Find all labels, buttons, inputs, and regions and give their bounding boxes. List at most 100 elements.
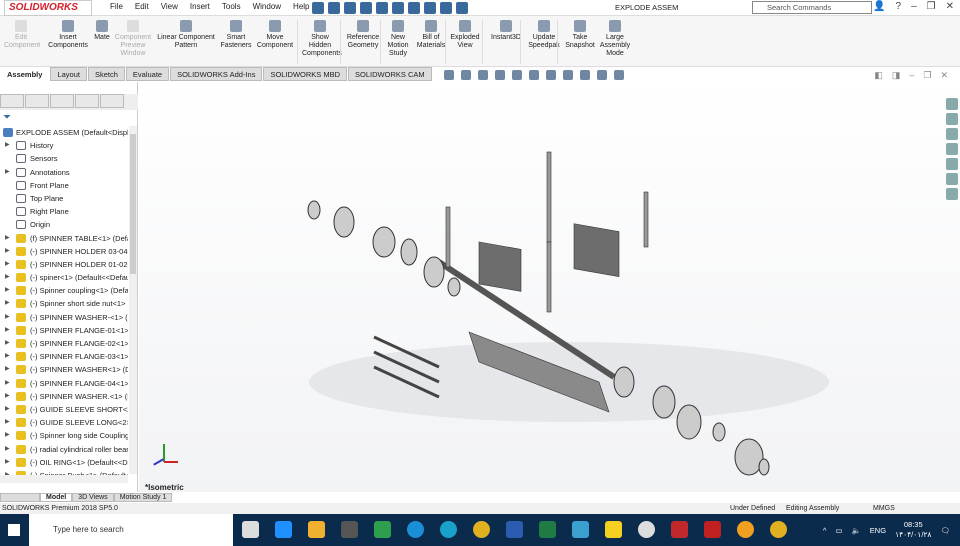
file-explorer-icon[interactable] — [946, 128, 958, 140]
expand-arrow-icon[interactable]: ▶ — [5, 456, 10, 469]
reference-geometry-button[interactable]: Reference Geometry — [345, 20, 381, 50]
tab-evaluate[interactable]: Evaluate — [125, 67, 170, 81]
tree-root[interactable]: EXPLODE ASSEM (Default<Display — [0, 126, 128, 139]
word-icon[interactable] — [506, 521, 523, 538]
design-library-icon[interactable] — [946, 113, 958, 125]
telegram-icon[interactable] — [572, 521, 589, 538]
close-button[interactable]: ✕ — [946, 1, 954, 12]
menu-window[interactable]: Window — [247, 0, 287, 14]
bottom-tab-model[interactable]: Model — [40, 493, 73, 502]
notifications-icon[interactable]: 🗨 — [940, 526, 950, 535]
restore-button[interactable]: ❐ — [927, 1, 936, 12]
expand-arrow-icon[interactable]: ▶ — [5, 166, 10, 179]
previous-view-icon[interactable] — [478, 70, 488, 80]
linear-component-pattern-button[interactable]: Linear Component Pattern — [155, 20, 217, 50]
appearances-icon[interactable] — [946, 158, 958, 170]
tab-assembly[interactable]: Assembly — [0, 67, 50, 81]
menu-edit[interactable]: Edit — [129, 0, 155, 14]
tree-item[interactable]: ▶ (-) Spinner coupling<1> (Defau — [0, 284, 128, 297]
tree-item[interactable]: Front Plane — [0, 179, 128, 192]
zoom-to-fit-icon[interactable] — [444, 70, 454, 80]
print-icon[interactable] — [376, 2, 388, 14]
tab-solidworks-add-ins[interactable]: SOLIDWORKS Add-Ins — [170, 67, 263, 81]
section-view-icon[interactable] — [495, 70, 505, 80]
dynamic-annotation-icon[interactable] — [512, 70, 522, 80]
rebuild-icon[interactable] — [424, 2, 436, 14]
custom-properties-icon[interactable] — [946, 173, 958, 185]
gear-icon[interactable] — [456, 2, 468, 14]
expand-arrow-icon[interactable]: ▶ — [5, 297, 10, 310]
bill-of-materials-button[interactable]: Bill of Materials — [415, 20, 447, 50]
new-motion-study-button[interactable]: New Motion Study — [385, 20, 411, 58]
tree-item[interactable]: Origin — [0, 218, 128, 231]
expand-arrow-icon[interactable]: ▶ — [5, 403, 10, 416]
user-icon[interactable]: 👤 — [873, 1, 885, 12]
dimxpert-tab-icon[interactable] — [75, 94, 99, 108]
tree-item[interactable]: ▶ (-) SPINNER FLANGE-03<1> (D — [0, 350, 128, 363]
edge-icon[interactable] — [440, 521, 457, 538]
show-hidden-icons[interactable]: ^ — [823, 526, 827, 535]
expand-arrow-icon[interactable]: ▶ — [5, 284, 10, 297]
network-icon[interactable]: ▭ — [835, 526, 842, 535]
update-speedpak-button[interactable]: Update Speedpak — [527, 20, 561, 50]
forum-icon[interactable] — [946, 188, 958, 200]
smart-fasteners-button[interactable]: Smart Fasteners — [220, 20, 252, 50]
help-icon[interactable]: ? — [896, 1, 902, 12]
view-palette-icon[interactable] — [946, 143, 958, 155]
expand-arrow-icon[interactable]: ▶ — [5, 139, 10, 152]
edge-legacy-icon[interactable] — [374, 521, 391, 538]
bottom-tab-motion-study-1[interactable]: Motion Study 1 — [113, 493, 173, 502]
clock[interactable]: 08:35 ۱۴۰۴/۰۱/۲۸ — [895, 520, 931, 540]
feature-manager-tab-icon[interactable] — [0, 94, 24, 108]
expand-arrow-icon[interactable]: ▶ — [5, 416, 10, 429]
tab-solidworks-cam[interactable]: SOLIDWORKS CAM — [348, 67, 432, 81]
tree-item[interactable]: ▶ (-) spiner<1> (Default<<Defau — [0, 271, 128, 284]
property-manager-tab-icon[interactable] — [25, 94, 49, 108]
solidworks-resources-icon[interactable] — [946, 98, 958, 110]
expand-arrow-icon[interactable]: ▶ — [5, 350, 10, 363]
save-icon[interactable] — [360, 2, 372, 14]
tree-item[interactable]: ▶ (-) GUIDE SLEEVE LONG<2> (D — [0, 416, 128, 429]
expand-arrow-icon[interactable]: ▶ — [5, 429, 10, 442]
tree-horizontal-scrollbar[interactable] — [0, 475, 128, 483]
exploded-view-button[interactable]: Exploded View — [450, 20, 480, 50]
unit-system[interactable]: MMGS — [873, 503, 895, 514]
tree-item[interactable]: ▶ (f) SPINNER TABLE<1> (Default — [0, 232, 128, 245]
tree-item[interactable]: ▶ (-) SPINNER FLANGE-01<1> (D — [0, 324, 128, 337]
expand-arrow-icon[interactable]: ▶ — [5, 377, 10, 390]
view-orientation-icon[interactable] — [529, 70, 539, 80]
filter-icon[interactable]: ⏷ — [3, 112, 11, 123]
minimize-doc-button[interactable]: – — [909, 70, 914, 81]
media-app-icon[interactable] — [341, 521, 358, 538]
chrome-profile-icon[interactable] — [770, 521, 787, 538]
file-properties-icon[interactable] — [440, 2, 452, 14]
edit-appearance-icon[interactable] — [580, 70, 590, 80]
file-explorer-icon[interactable] — [308, 521, 325, 538]
solidworks-logo[interactable]: SOLIDWORKS — [4, 0, 92, 16]
taskbar-search-input[interactable]: Type here to search — [29, 514, 233, 546]
hide-show-icon[interactable] — [563, 70, 573, 80]
acrobat-icon[interactable] — [704, 521, 721, 538]
select-icon[interactable] — [408, 2, 420, 14]
take-snapshot-button[interactable]: Take Snapshot — [565, 20, 595, 50]
edit-component-button[interactable]: Edit Component — [4, 20, 40, 50]
tree-item[interactable]: Right Plane — [0, 205, 128, 218]
tree-item[interactable]: ▶ (-) GUIDE SLEEVE SHORT<2> (D — [0, 403, 128, 416]
open-icon[interactable] — [344, 2, 356, 14]
book-app-icon[interactable] — [242, 521, 259, 538]
excel-icon[interactable] — [539, 521, 556, 538]
sticky-notes-icon[interactable] — [605, 521, 622, 538]
app-icon[interactable] — [275, 521, 292, 538]
tree-item[interactable]: ▶ (-) Spinner short side nut<1> ( — [0, 297, 128, 310]
graphics-area[interactable] — [139, 82, 960, 492]
expand-arrow-icon[interactable]: ▶ — [5, 363, 10, 376]
tree-item[interactable]: ▶ (-) SPINNER WASHER-<1> (De — [0, 311, 128, 324]
tree-item[interactable]: ▶ (-) OIL RING<1> (Default<<De — [0, 456, 128, 469]
bottom-tab-3d-views[interactable]: 3D Views — [72, 493, 114, 502]
mate-button[interactable]: Mate — [92, 20, 112, 42]
tree-item[interactable]: ▶ (-) radial cylindrical roller beari — [0, 443, 128, 456]
tree-item[interactable]: ▶ (-) SPINNER HOLDER 01-02<1> — [0, 258, 128, 271]
expand-arrow-icon[interactable]: ▶ — [5, 311, 10, 324]
skype-icon[interactable] — [407, 521, 424, 538]
tile-left-icon[interactable]: ◧ — [874, 70, 883, 81]
